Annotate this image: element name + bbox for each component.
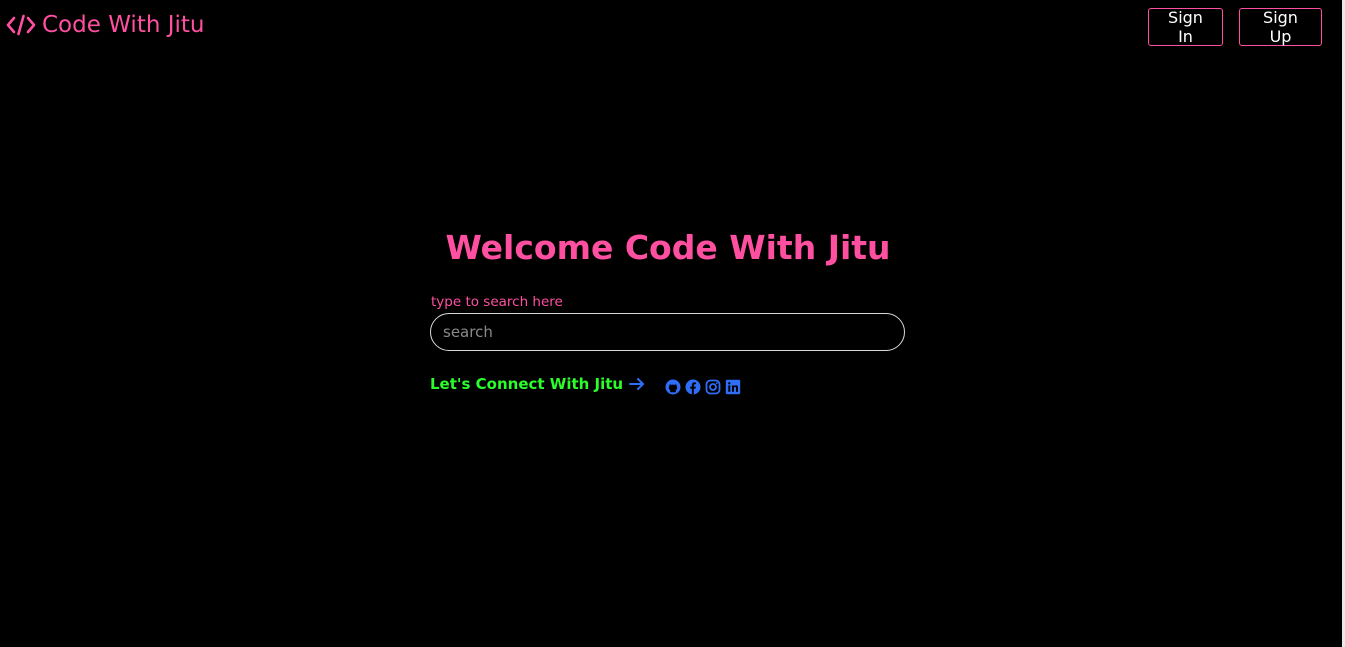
brand-link[interactable]: Code With Jitu: [6, 12, 205, 38]
instagram-link[interactable]: [705, 379, 721, 395]
linkedin-icon: [725, 379, 741, 395]
arrow-right-icon: [629, 377, 645, 391]
sign-in-button[interactable]: Sign In: [1148, 8, 1223, 46]
social-links: [665, 379, 741, 395]
facebook-link[interactable]: [685, 379, 701, 395]
sign-up-button[interactable]: Sign Up: [1239, 8, 1322, 46]
code-icon: [6, 13, 36, 37]
hero-title: Welcome Code With Jitu: [445, 228, 891, 267]
facebook-icon: [685, 379, 701, 395]
search-label: type to search here: [431, 294, 563, 310]
search-input[interactable]: [430, 313, 905, 351]
github-icon: [665, 379, 681, 395]
linkedin-link[interactable]: [725, 379, 741, 395]
instagram-icon: [705, 379, 721, 395]
brand-text: Code With Jitu: [42, 12, 205, 38]
connect-row: Let's Connect With Jitu: [430, 375, 645, 393]
connect-text: Let's Connect With Jitu: [430, 375, 624, 393]
github-link[interactable]: [665, 379, 681, 395]
